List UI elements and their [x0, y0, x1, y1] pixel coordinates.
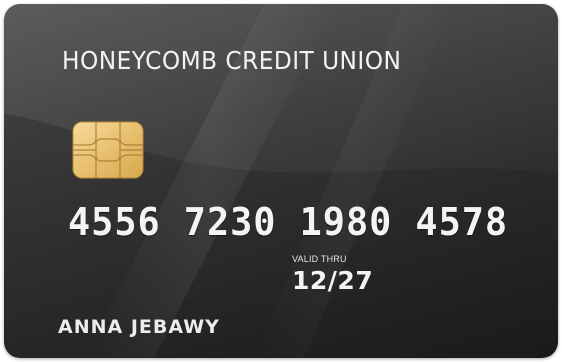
- issuer-name: HONEYCOMB CREDIT UNION: [62, 46, 402, 75]
- credit-card: HONEYCOMB CREDIT UNION 4556 7230 1980 45…: [4, 4, 558, 358]
- valid-thru-label: VALID THRU: [292, 254, 347, 264]
- emv-chip-icon: [72, 121, 144, 179]
- cardholder-name: ANNA JEBAWY: [58, 316, 220, 338]
- expiry-date: 12/27: [292, 266, 374, 295]
- card-number: 4556 7230 1980 4578: [68, 200, 509, 244]
